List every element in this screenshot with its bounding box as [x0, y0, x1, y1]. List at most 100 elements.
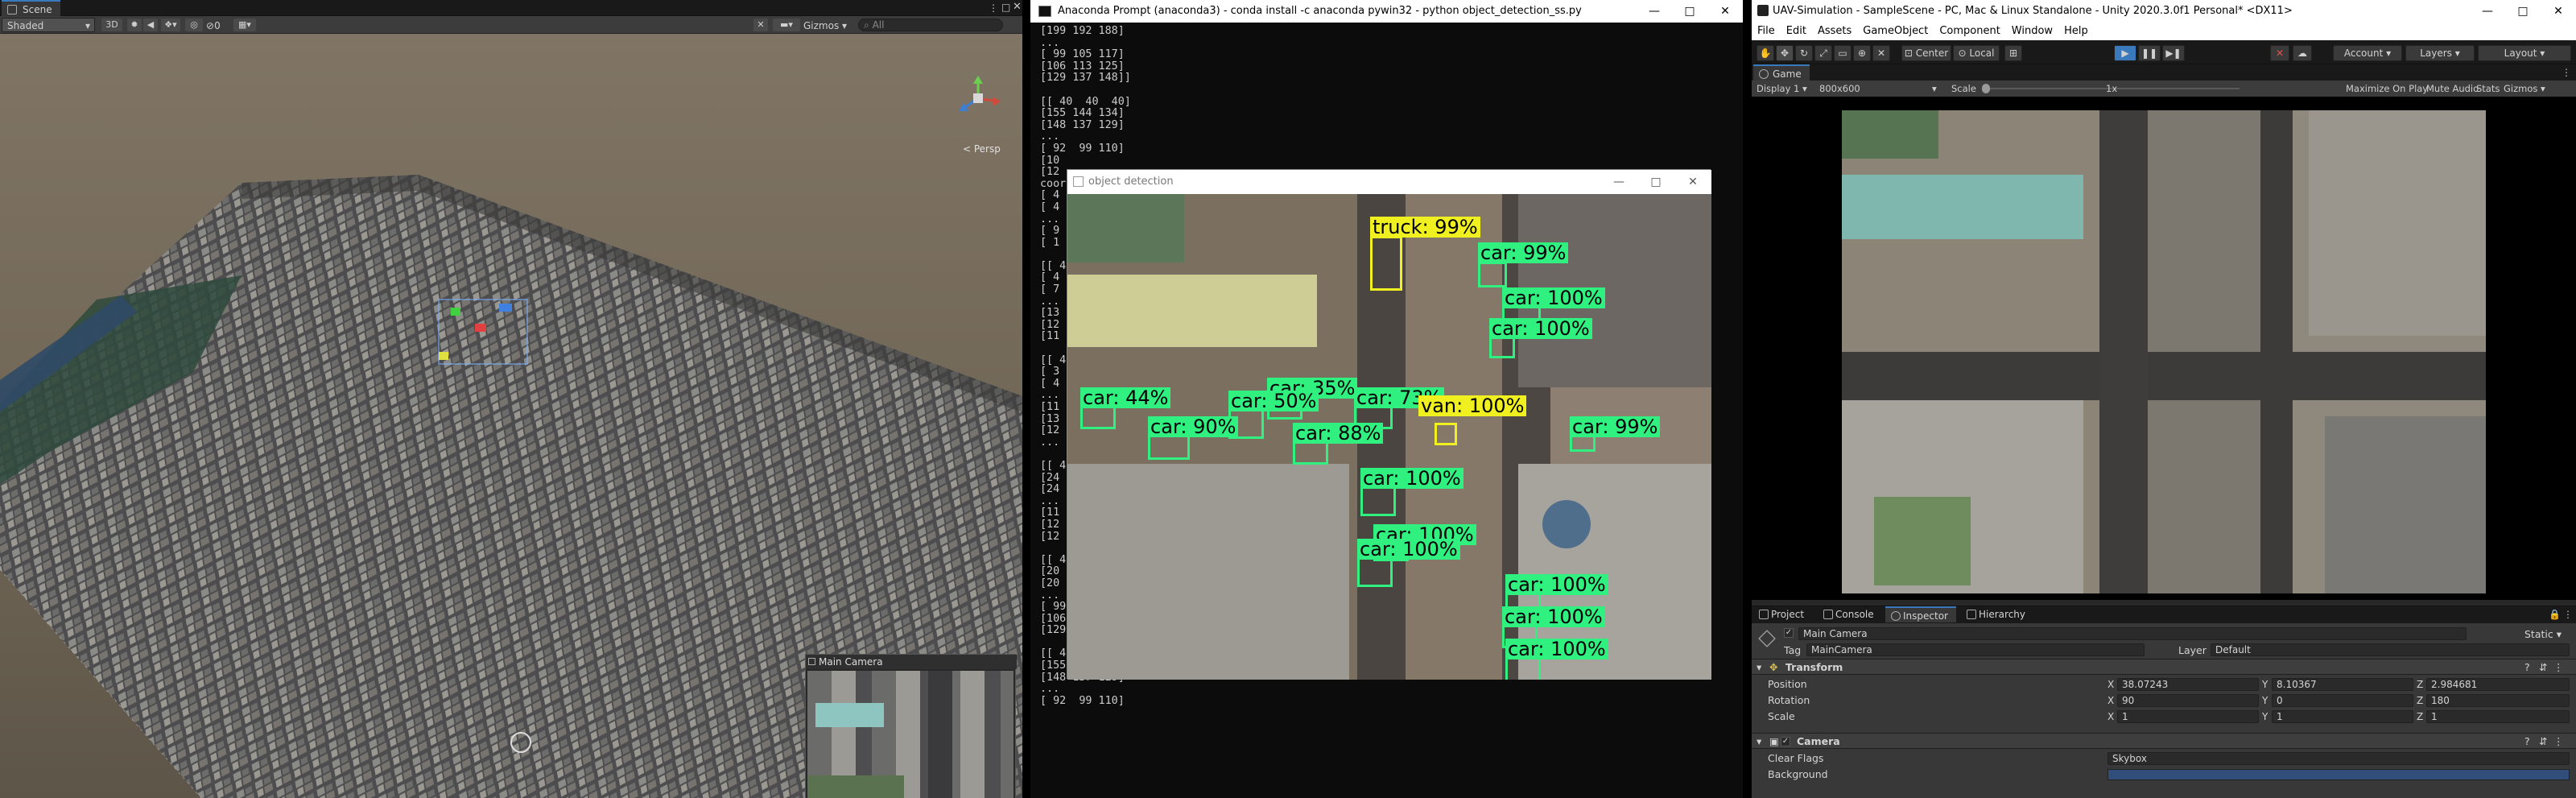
shading-mode-dropdown[interactable]: Shaded ▾ — [2, 18, 95, 32]
menu-gameobject[interactable]: GameObject — [1857, 23, 1934, 40]
scene-search-input[interactable]: ⌕ All — [858, 19, 1003, 31]
menu-edit[interactable]: Edit — [1781, 23, 1812, 40]
camera-enabled-checkbox[interactable]: ✓ — [1781, 737, 1790, 746]
component-menu-icon[interactable]: ⋮ — [2553, 734, 2564, 750]
lock-icon[interactable]: 🔒 — [2549, 609, 2561, 620]
help-icon[interactable]: ? — [2524, 734, 2530, 750]
object-name-field[interactable]: Main Camera — [1798, 627, 2467, 640]
background-color-field[interactable] — [2107, 769, 2570, 780]
layer-dropdown[interactable]: Default — [2211, 643, 2570, 656]
maximize-icon[interactable]: □ — [1001, 2, 1010, 13]
scene-viewport[interactable]: < Persp Main Camera — [0, 34, 1022, 798]
camera-header[interactable]: ▾ ▣ ✓ Camera ? ⇵ ⋮ — [1752, 733, 2576, 749]
audio-icon[interactable]: ◀ — [143, 19, 158, 31]
position-y-field[interactable]: 8.10367 — [2272, 678, 2413, 691]
scale-z-field[interactable]: 1 — [2426, 710, 2570, 723]
pivot-center-toggle[interactable]: ⊡ Center — [1901, 45, 1951, 61]
menu-window[interactable]: Window — [2006, 23, 2058, 40]
display-dropdown[interactable]: Display 1 ▾ — [1757, 81, 1807, 97]
maximize-button[interactable]: □ — [1672, 0, 1707, 23]
tag-dropdown[interactable]: MainCamera — [1806, 643, 2145, 656]
cloud-icon[interactable]: ☁ — [2293, 45, 2312, 61]
grid-icon[interactable]: ▦▾ — [233, 19, 256, 31]
maximize-button[interactable]: □ — [2505, 0, 2541, 23]
stats-toggle[interactable]: Stats — [2476, 81, 2500, 97]
menu-assets[interactable]: Assets — [1812, 23, 1857, 40]
detection-label: car: 100% — [1502, 287, 1605, 308]
preset-icon[interactable]: ⇵ — [2539, 734, 2547, 750]
mute-audio-toggle[interactable]: Mute Audio — [2426, 81, 2479, 97]
rotation-x-field[interactable]: 90 — [2117, 694, 2259, 707]
preset-icon[interactable]: ⇵ — [2539, 659, 2547, 676]
tab-hierarchy[interactable]: Hierarchy — [1961, 606, 2033, 622]
game-view[interactable] — [1752, 97, 2576, 600]
chevron-down-icon: ▾ — [2540, 48, 2545, 59]
maximize-button[interactable]: □ — [1637, 170, 1674, 194]
snap-icon[interactable]: ⊞ — [2004, 45, 2022, 61]
menu-help[interactable]: Help — [2058, 23, 2094, 40]
effects-icon[interactable]: ❖▾ — [161, 19, 180, 31]
step-button[interactable]: ▶❚ — [2162, 45, 2185, 61]
layout-dropdown[interactable]: Layout ▾ — [2478, 45, 2571, 61]
rotation-z-field[interactable]: 180 — [2426, 694, 2570, 707]
tab-menu-icon[interactable]: ⋮ — [2563, 609, 2573, 620]
space-local-toggle[interactable]: ⊙ Local — [1953, 45, 2000, 61]
close-button[interactable]: ✕ — [2541, 0, 2576, 23]
active-checkbox[interactable]: ✓ — [1784, 628, 1794, 638]
transform-tool-icon[interactable]: ⊕ — [1853, 45, 1871, 61]
close-button[interactable]: ✕ — [1707, 0, 1743, 23]
minimize-button[interactable]: — — [2470, 0, 2505, 23]
orientation-gizmo[interactable] — [954, 74, 1002, 122]
gizmos-dropdown[interactable]: Gizmos ▾ — [2504, 81, 2545, 97]
tab-game[interactable]: Game — [1753, 64, 1810, 81]
tab-scene[interactable]: Scene — [2, 0, 60, 16]
transform-header[interactable]: ▾ ✥ Transform ? ⇵ ⋮ — [1752, 659, 2576, 675]
rotation-y-field[interactable]: 0 — [2272, 694, 2413, 707]
play-button[interactable]: ▶ — [2114, 45, 2136, 61]
rotate-tool-icon[interactable]: ↻ — [1795, 45, 1813, 61]
collab-icon[interactable]: ✕ — [2270, 45, 2289, 61]
hand-tool-icon[interactable]: ✋ — [1757, 45, 1774, 61]
pause-button[interactable]: ❚❚ — [2138, 45, 2161, 61]
static-toggle[interactable]: Static ▾ — [2524, 626, 2562, 643]
move-tool-icon[interactable]: ✥ — [1776, 45, 1794, 61]
menu-file[interactable]: File — [1752, 23, 1781, 40]
background-row: Background — [1752, 767, 2576, 783]
component-menu-icon[interactable]: ⋮ — [2553, 659, 2564, 676]
close-icon[interactable]: ✕ — [1013, 1, 1022, 13]
scale-slider-handle[interactable] — [1982, 84, 1990, 93]
menu-component[interactable]: Component — [1934, 23, 2005, 40]
lighting-icon[interactable]: ✹ — [127, 19, 142, 31]
help-icon[interactable]: ? — [2524, 659, 2530, 676]
tools-icon[interactable]: ✕ — [753, 19, 768, 31]
account-dropdown[interactable]: Account ▾ — [2333, 45, 2402, 61]
tab-hierarchy-label: Hierarchy — [1979, 609, 2026, 620]
clear-flags-dropdown[interactable]: Skybox — [2107, 752, 2570, 765]
maximize-on-play-toggle[interactable]: Maximize On Play — [2346, 81, 2428, 97]
custom-tool-icon[interactable]: ✕ — [1872, 45, 1890, 61]
position-x-field[interactable]: 38.07243 — [2117, 678, 2259, 691]
resolution-dropdown[interactable]: 800x600 ▾ — [1819, 81, 1940, 97]
terminal-line: [[ 40 40 40] — [1040, 95, 1131, 108]
camera-icon[interactable]: ▬▾ — [773, 19, 800, 31]
layers-dropdown[interactable]: Layers ▾ — [2405, 45, 2475, 61]
minimize-button[interactable]: — — [1600, 170, 1637, 194]
persp-label[interactable]: < Persp — [963, 143, 1001, 155]
position-z-field[interactable]: 2.984681 — [2426, 678, 2570, 691]
tab-inspector[interactable]: Inspector — [1885, 606, 1956, 622]
minimize-button[interactable]: — — [1637, 0, 1672, 23]
tab-menu-icon[interactable]: ⋮ — [989, 2, 998, 14]
tab-console[interactable]: Console — [1818, 606, 1882, 622]
gizmos-dropdown[interactable]: Gizmos ▾ — [803, 19, 853, 33]
scale-x-field[interactable]: 1 — [2117, 710, 2259, 723]
detection-box — [1370, 236, 1402, 291]
scale-tool-icon[interactable]: ⤢ — [1814, 45, 1832, 61]
hidden-objects-icon[interactable]: ◎ — [185, 19, 203, 31]
mode-2d-3d-toggle[interactable]: 3D — [101, 19, 122, 31]
rect-tool-icon[interactable]: ▭ — [1834, 45, 1852, 61]
close-button[interactable]: ✕ — [1674, 170, 1711, 194]
terminal-line: ... — [1040, 130, 1060, 143]
tab-menu-icon[interactable]: ⋮ — [2562, 67, 2571, 78]
scale-y-field[interactable]: 1 — [2272, 710, 2413, 723]
tab-project[interactable]: Project — [1753, 606, 1812, 622]
